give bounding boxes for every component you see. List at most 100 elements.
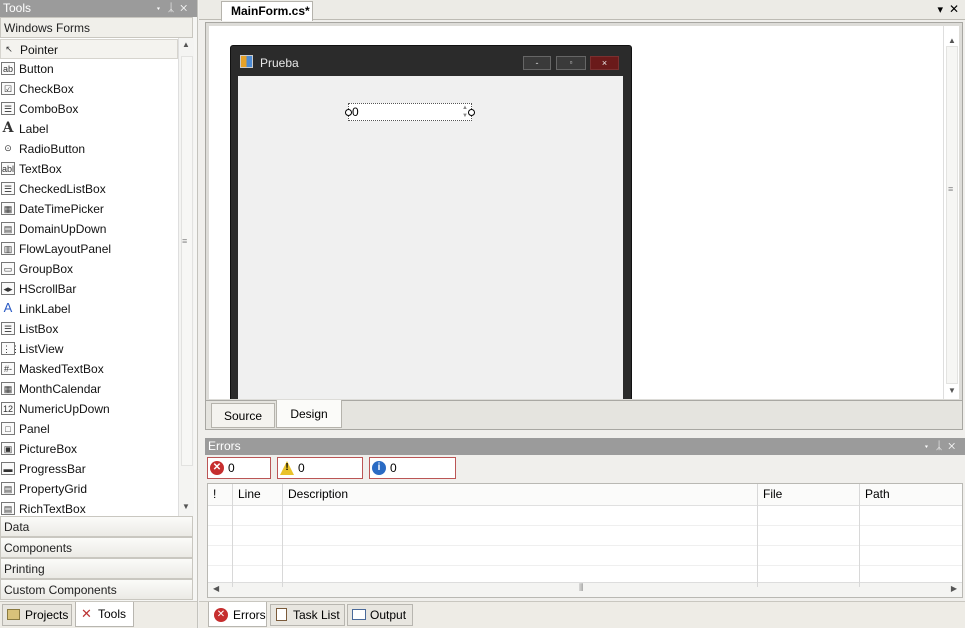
- tab-source[interactable]: Source: [211, 403, 275, 428]
- col-header-line[interactable]: Line: [233, 484, 283, 587]
- pin-icon[interactable]: ᛣ: [168, 2, 181, 14]
- tool-item-domainupdown[interactable]: ▤ DomainUpDown: [0, 219, 178, 239]
- tool-item-checkbox[interactable]: ☑ CheckBox: [0, 79, 178, 99]
- tool-item-datetimepicker[interactable]: ▦ DateTimePicker: [0, 199, 178, 219]
- tool-item-label: CheckedListBox: [19, 182, 106, 196]
- errors-close-icon[interactable]: ✕: [948, 440, 961, 452]
- tools-panel: Tools ▾ᛣ✕ Windows Forms ↖ Pointer ab Button…: [0, 0, 198, 628]
- designer-scroll-down-icon[interactable]: ▼: [948, 386, 956, 395]
- tab-errors-label: Errors: [233, 608, 266, 622]
- tool-item-listbox[interactable]: ☰ ListBox: [0, 319, 178, 339]
- tools-panel-title: Tools: [3, 1, 32, 15]
- spin-up-icon[interactable]: ▲: [462, 105, 468, 111]
- tool-item-picturebox[interactable]: ▣ PictureBox: [0, 439, 178, 459]
- dropdown-icon[interactable]: ▾: [155, 2, 168, 14]
- errors-tab-icon: ✕: [214, 608, 228, 622]
- tool-item-label: NumericUpDown: [19, 402, 110, 416]
- tab-tools[interactable]: ✕ Tools: [75, 602, 134, 627]
- form-window[interactable]: Prueba - ▫ × 0 ▲ ▼: [230, 45, 632, 399]
- flowlayoutpanel-icon: ▥: [1, 242, 15, 255]
- tab-output-label: Output: [370, 608, 407, 622]
- errors-panel-header: Errors ▾ᛣ✕: [205, 438, 965, 455]
- tool-item-label: FlowLayoutPanel: [19, 242, 112, 256]
- numeric-updown[interactable]: 0 ▲ ▼: [345, 103, 475, 121]
- tool-item-label: Panel: [19, 422, 50, 436]
- progressbar-icon: ▬: [1, 462, 15, 475]
- designer-scroll-up-icon[interactable]: ▲: [948, 36, 956, 45]
- tab-design[interactable]: Design: [276, 400, 342, 428]
- textbox-icon: abl: [1, 162, 15, 175]
- close-icon[interactable]: ✕: [180, 2, 193, 14]
- designer-scroll-thumb[interactable]: [946, 46, 958, 384]
- spin-down-icon[interactable]: ▼: [462, 113, 468, 119]
- richtextbox-icon: ▤: [1, 502, 15, 515]
- radiobutton-icon: ⊙: [4, 143, 12, 153]
- document-close-icon[interactable]: ✕: [949, 2, 959, 16]
- tool-item-label: DomainUpDown: [19, 222, 107, 236]
- col-header-severity[interactable]: !: [208, 484, 233, 587]
- document-menu-icon[interactable]: ▾: [937, 3, 943, 16]
- tool-item-label: MaskedTextBox: [19, 362, 104, 376]
- col-header-description[interactable]: Description: [283, 484, 758, 587]
- tool-item-pointer[interactable]: ↖ Pointer: [0, 39, 178, 59]
- form-titlebar: Prueba - ▫ ×: [231, 46, 631, 75]
- tool-item-textbox[interactable]: abl TextBox: [0, 159, 178, 179]
- tool-item-richtextbox[interactable]: ▤ RichTextBox: [0, 499, 178, 516]
- tool-item-label: PropertyGrid: [19, 482, 88, 496]
- resize-handle-left[interactable]: [345, 109, 352, 116]
- category-custom-components[interactable]: Custom Components: [0, 579, 193, 600]
- tool-item-radiobutton[interactable]: ⊙ RadioButton: [0, 139, 178, 159]
- category-data[interactable]: Data: [0, 516, 193, 537]
- tab-task-list[interactable]: Task List: [270, 604, 345, 626]
- col-header-path[interactable]: Path: [860, 484, 962, 587]
- tool-item-flowlayoutpanel[interactable]: ▥ FlowLayoutPanel: [0, 239, 178, 259]
- tool-item-label: HScrollBar: [19, 282, 77, 296]
- category-printing[interactable]: Printing: [0, 558, 193, 579]
- tool-item-groupbox[interactable]: ▭ GroupBox: [0, 259, 178, 279]
- errors-dropdown-icon[interactable]: ▾: [923, 440, 936, 452]
- filter-messages-button[interactable]: i0 Messages: [369, 457, 456, 495]
- checkedlistbox-icon: ☰: [1, 182, 15, 195]
- form-client-area[interactable]: 0 ▲ ▼: [238, 76, 623, 399]
- filter-warnings-button[interactable]: !0 Warnings: [277, 457, 363, 495]
- tool-item-hscrollbar[interactable]: ◂▸ HScrollBar: [0, 279, 178, 299]
- tab-projects[interactable]: Projects: [2, 604, 72, 626]
- category-components[interactable]: Components: [0, 537, 193, 558]
- tool-item-maskedtextbox[interactable]: #- MaskedTextBox: [0, 359, 178, 379]
- tool-item-linklabel[interactable]: A LinkLabel: [0, 299, 178, 319]
- grip-icon: ≡: [182, 236, 188, 246]
- tool-item-numericupdown[interactable]: 12 NumericUpDown: [0, 399, 178, 419]
- numericupdown-icon: 12: [1, 402, 15, 415]
- tab-task-list-label: Task List: [293, 608, 340, 622]
- designer-scrollbar[interactable]: ▲ ≡ ▼: [943, 26, 959, 399]
- designer-frame: Prueba - ▫ × 0 ▲ ▼ ▲ ≡ ▼ Source Design: [205, 22, 963, 430]
- form-maximize-button[interactable]: ▫: [556, 56, 586, 70]
- tab-errors[interactable]: ✕ Errors: [208, 602, 267, 627]
- toolbox-scrollbar[interactable]: ▲ ≡ ▼: [178, 38, 194, 516]
- tool-item-button[interactable]: ab Button: [0, 59, 178, 79]
- col-header-file[interactable]: File: [758, 484, 860, 587]
- projects-icon: [7, 609, 20, 620]
- scroll-thumb[interactable]: [181, 56, 193, 466]
- form-close-button[interactable]: ×: [590, 56, 619, 70]
- tool-item-label: LinkLabel: [19, 302, 71, 316]
- filter-errors-button[interactable]: ✕0 Errors: [207, 457, 271, 495]
- errors-pin-icon[interactable]: ᛣ: [936, 440, 949, 452]
- designer-grip-icon: ≡: [948, 184, 954, 194]
- tool-item-label: Pointer: [20, 43, 59, 57]
- tab-mainform[interactable]: MainForm.cs*: [221, 1, 313, 21]
- tool-item-progressbar[interactable]: ▬ ProgressBar: [0, 459, 178, 479]
- tool-item-panel[interactable]: □ Panel: [0, 419, 178, 439]
- tool-item-propertygrid[interactable]: ▤ PropertyGrid: [0, 479, 178, 499]
- category-windows-forms[interactable]: Windows Forms: [0, 17, 193, 38]
- scroll-up-icon[interactable]: ▲: [182, 40, 190, 49]
- tool-item-label[interactable]: A Label: [0, 119, 178, 139]
- scroll-down-icon[interactable]: ▼: [182, 502, 190, 511]
- tab-output[interactable]: Output: [347, 604, 413, 626]
- tool-item-monthcalendar[interactable]: ▦ MonthCalendar: [0, 379, 178, 399]
- form-minimize-button[interactable]: -: [523, 56, 551, 70]
- tool-item-combobox[interactable]: ☰ ComboBox: [0, 99, 178, 119]
- resize-handle-right[interactable]: [468, 109, 475, 116]
- tool-item-listview[interactable]: ⋮⋮ ListView: [0, 339, 178, 359]
- tool-item-checkedlistbox[interactable]: ☰ CheckedListBox: [0, 179, 178, 199]
